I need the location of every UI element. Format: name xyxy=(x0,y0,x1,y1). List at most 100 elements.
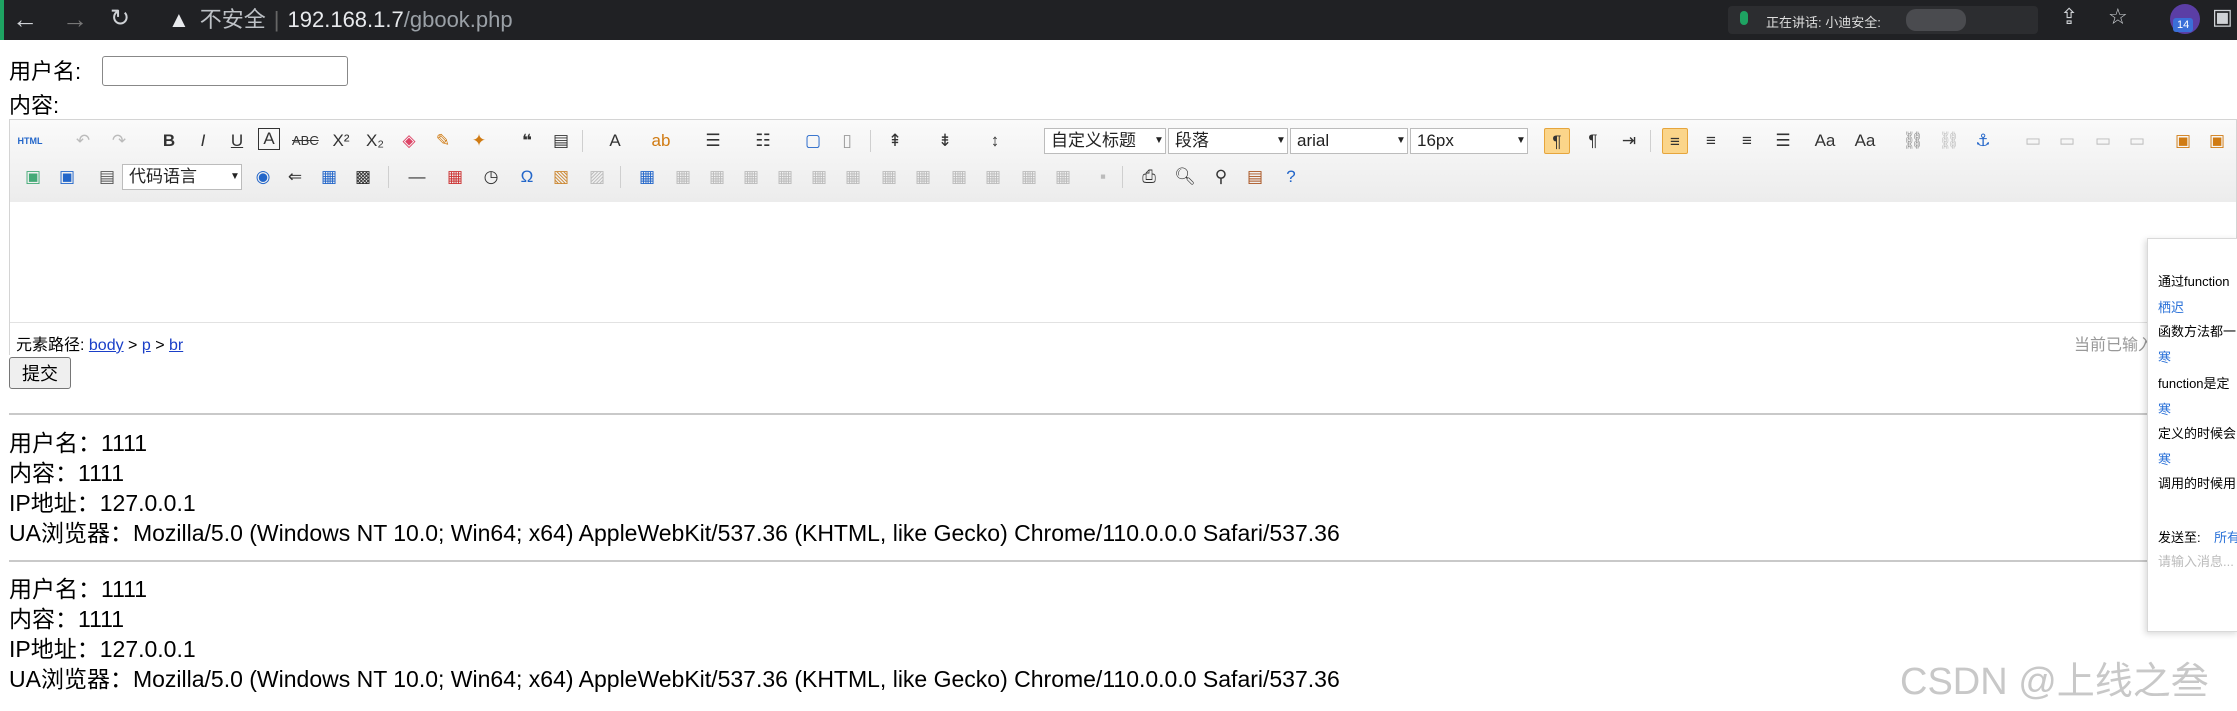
username-input[interactable] xyxy=(102,56,348,86)
bookmark-star-icon[interactable]: ☆ xyxy=(2108,4,2128,30)
chat-message: 通过function xyxy=(2158,274,2230,289)
auto-typeset-icon[interactable]: ✦ xyxy=(466,128,492,154)
insert-frame-icon[interactable]: ▤ xyxy=(94,164,120,190)
strikethrough-icon[interactable]: ABC xyxy=(292,128,319,154)
insert-image-icon[interactable]: ▣ xyxy=(2170,128,2196,154)
path-p-link[interactable]: p xyxy=(142,337,151,354)
preview-icon[interactable]: 🔍︎ xyxy=(1172,164,1198,190)
template-icon[interactable]: ⇐ xyxy=(282,164,308,190)
align-center-icon[interactable]: ≡ xyxy=(1698,128,1724,154)
blockquote-icon[interactable]: ❝ xyxy=(514,128,540,154)
chat-side-panel: 通过function 栖迟 函数方法都一 寒 function是定 寒 定义的时… xyxy=(2147,238,2237,632)
italic-icon[interactable]: I xyxy=(190,128,216,154)
merge-cells-icon[interactable]: ▦ xyxy=(876,164,902,190)
redo-icon[interactable]: ↷ xyxy=(106,128,132,154)
insert-paragraph-icon[interactable]: ▦ xyxy=(704,164,730,190)
horizontal-rule-icon[interactable]: — xyxy=(404,164,430,190)
wordimage-icon[interactable]: ▨ xyxy=(584,164,610,190)
submit-button[interactable]: 提交 xyxy=(9,357,71,389)
date-icon[interactable]: ▦ xyxy=(442,164,468,190)
ordered-list-icon[interactable]: ☰ xyxy=(700,128,726,154)
editor-content-area[interactable] xyxy=(10,202,2236,322)
custom-title-select[interactable]: 自定义标题 ▼ xyxy=(1044,128,1166,154)
insert-table-icon[interactable]: ▦ xyxy=(634,164,660,190)
subscript-icon[interactable]: X₂ xyxy=(362,128,388,154)
merge-down-icon[interactable]: ▦ xyxy=(946,164,972,190)
justify-icon[interactable]: ☰ xyxy=(1770,128,1796,154)
extension-icon[interactable]: ▣ xyxy=(2212,4,2233,30)
line-height-icon[interactable]: ↕ xyxy=(982,128,1008,154)
clear-doc-icon[interactable]: ▯ xyxy=(834,128,860,154)
image-right-icon[interactable]: ▭ xyxy=(2090,128,2116,154)
chat-sender[interactable]: 寒 xyxy=(2158,399,2171,418)
ltr-icon[interactable]: ¶ xyxy=(1544,128,1570,154)
font-size-select[interactable]: 16px ▼ xyxy=(1410,128,1528,154)
indent-icon[interactable]: ⇥ xyxy=(1616,128,1642,154)
anchor-icon[interactable]: ⚓ xyxy=(1970,128,1996,154)
map-icon[interactable]: ▧ xyxy=(548,164,574,190)
delete-col-icon[interactable]: ▦ xyxy=(840,164,866,190)
chat-input[interactable]: 请输入消息... xyxy=(2158,551,2234,570)
link-icon[interactable]: ⛓ xyxy=(1900,128,1926,154)
image-center-icon[interactable]: ▭ xyxy=(2124,128,2150,154)
insert-row-icon[interactable]: ▦ xyxy=(738,164,764,190)
select-all-icon[interactable]: ▢ xyxy=(800,128,826,154)
split-rows-icon[interactable]: ▦ xyxy=(1016,164,1042,190)
font-color-icon[interactable]: A xyxy=(602,128,628,154)
multi-image-icon[interactable]: ▣ xyxy=(54,164,80,190)
html-source-icon[interactable]: HTML xyxy=(17,128,43,154)
help-icon[interactable]: ? xyxy=(1278,164,1304,190)
underline-icon[interactable]: U xyxy=(224,128,250,154)
address-bar[interactable]: ▲ 不安全 | 192.168.1.7/gbook.php xyxy=(168,2,513,34)
print-icon[interactable]: ⎙ xyxy=(1136,164,1162,190)
insert-col-icon[interactable]: ▦ xyxy=(806,164,832,190)
special-char-icon[interactable]: Ω xyxy=(514,164,540,190)
undo-icon[interactable]: ↶ xyxy=(70,128,96,154)
share-icon[interactable]: ⇪ xyxy=(2060,4,2078,30)
reload-icon[interactable]: ↻ xyxy=(110,4,130,33)
path-body-link[interactable]: body xyxy=(89,337,124,354)
font-border-icon[interactable]: A xyxy=(258,128,280,150)
rtl-icon[interactable]: ¶ xyxy=(1580,128,1606,154)
preview-frame-icon[interactable]: ▦ xyxy=(316,164,342,190)
merge-right-icon[interactable]: ▦ xyxy=(910,164,936,190)
emotion-icon[interactable]: ▣ xyxy=(2204,128,2230,154)
path-br-link[interactable]: br xyxy=(169,337,183,354)
draft-icon[interactable]: ▪ xyxy=(1090,164,1116,190)
format-brush-icon[interactable]: ✎ xyxy=(430,128,456,154)
row-spacing-bottom-icon[interactable]: ⇟ xyxy=(932,128,958,154)
align-right-icon[interactable]: ≡ xyxy=(1734,128,1760,154)
code-language-select[interactable]: 代码语言 ▼ xyxy=(122,164,242,190)
send-target[interactable]: 所有 xyxy=(2214,527,2237,546)
back-icon[interactable]: ← xyxy=(12,4,38,35)
unlink-icon[interactable]: ⛓ xyxy=(1936,128,1962,154)
uppercase-icon[interactable]: Aa xyxy=(1812,128,1838,154)
image-none-icon[interactable]: ▭ xyxy=(2020,128,2046,154)
row-spacing-top-icon[interactable]: ⇞ xyxy=(882,128,908,154)
background-color-icon[interactable]: ab xyxy=(648,128,674,154)
time-icon[interactable]: ◷ xyxy=(478,164,504,190)
delete-row-icon[interactable]: ▦ xyxy=(772,164,798,190)
forward-icon[interactable]: → xyxy=(62,4,88,35)
page-break-icon[interactable]: ◉ xyxy=(250,164,276,190)
chat-sender[interactable]: 栖迟 xyxy=(2158,297,2184,316)
bold-icon[interactable]: B xyxy=(156,128,182,154)
drafts-icon[interactable]: ▤ xyxy=(1242,164,1268,190)
snapscreen-icon[interactable]: ▩ xyxy=(350,164,376,190)
chat-sender[interactable]: 寒 xyxy=(2158,449,2171,468)
search-replace-icon[interactable]: ⚲ xyxy=(1208,164,1234,190)
split-cells-icon[interactable]: ▦ xyxy=(980,164,1006,190)
image-left-icon[interactable]: ▭ xyxy=(2054,128,2080,154)
paragraph-select[interactable]: 段落 ▼ xyxy=(1168,128,1288,154)
align-left-icon[interactable]: ≡ xyxy=(1662,128,1688,154)
delete-table-icon[interactable]: ▦ xyxy=(670,164,696,190)
image-icon[interactable]: ▣ xyxy=(20,164,46,190)
font-family-select[interactable]: arial ▼ xyxy=(1290,128,1408,154)
split-cols-icon[interactable]: ▦ xyxy=(1050,164,1076,190)
eraser-icon[interactable]: ◈ xyxy=(396,128,422,154)
chat-sender[interactable]: 寒 xyxy=(2158,347,2171,366)
unordered-list-icon[interactable]: ☷ xyxy=(750,128,776,154)
superscript-icon[interactable]: X² xyxy=(328,128,354,154)
paste-plain-icon[interactable]: ▤ xyxy=(548,128,574,154)
lowercase-icon[interactable]: Aa xyxy=(1852,128,1878,154)
